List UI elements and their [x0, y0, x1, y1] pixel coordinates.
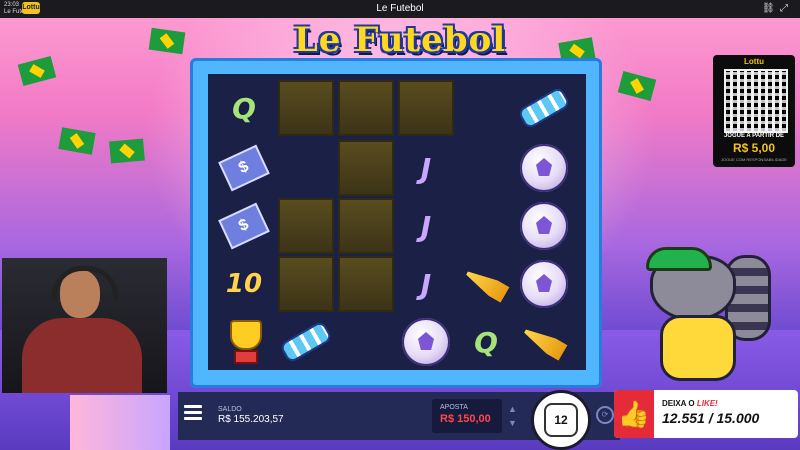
- streamer-webcam: [2, 258, 167, 393]
- reel-cell-empty: [338, 198, 394, 254]
- reel-cell: J: [398, 256, 454, 312]
- symbol-j: J: [420, 209, 432, 243]
- reel-cell-empty: [278, 198, 334, 254]
- streamer-shirt: [22, 318, 142, 393]
- reel-cell-empty: [338, 80, 394, 136]
- reel-cell: J: [398, 198, 454, 254]
- ball-icon: [402, 318, 450, 366]
- window-titlebar: 23:03 Le Futebol Lottu Le Futebol ⛓ ⤢: [0, 0, 800, 18]
- bet-value: R$ 150,00: [440, 413, 491, 425]
- game-logo: Le Futebol: [293, 20, 507, 60]
- reel-cell: [278, 314, 334, 370]
- reel-cell-empty: [398, 80, 454, 136]
- qr-promo-panel[interactable]: Lottu JOGUE A PARTIR DE R$ 5,00 JOGUE CO…: [713, 55, 795, 167]
- reel-cell: $: [216, 198, 272, 254]
- like-prompt: DEIXA O LIKE!: [662, 399, 718, 408]
- like-counter: 12.551 / 15.000: [662, 410, 760, 426]
- reel-cell-empty: [338, 256, 394, 312]
- symbol-q: Q: [232, 91, 256, 125]
- horn-icon: [462, 265, 509, 303]
- symbol-q: Q: [474, 325, 498, 359]
- window-title: Le Futebol: [376, 3, 424, 14]
- like-widget: 👍 DEIXA O LIKE! 12.551 / 15.000: [614, 390, 798, 438]
- chevron-up-icon[interactable]: ▲: [508, 402, 517, 416]
- flag-decoration: [109, 138, 145, 164]
- reel-cell: [516, 80, 572, 136]
- reel-board: Q $ J $ J 10 J Q: [190, 58, 602, 388]
- ticket-icon: $: [218, 202, 270, 250]
- reel-cell: [516, 140, 572, 196]
- reel-cell: Q: [216, 80, 272, 136]
- ball-icon: [520, 260, 568, 308]
- balance-label: SALDO: [218, 406, 242, 413]
- menu-icon[interactable]: [184, 405, 202, 420]
- trophy-icon: [224, 320, 264, 364]
- bet-label: APOSTA: [440, 404, 468, 411]
- link-icon[interactable]: ⛓: [762, 3, 775, 14]
- reel-cell: [516, 198, 572, 254]
- scarf-icon: [516, 85, 572, 131]
- ticket-icon: $: [218, 144, 270, 192]
- reel-cell: [458, 256, 514, 312]
- balance-value: R$ 155.203,57: [218, 414, 284, 425]
- symbol-j: J: [420, 267, 432, 301]
- qr-line2: R$ 5,00: [732, 141, 776, 155]
- reel-cell-empty: [278, 80, 334, 136]
- reel-cell: Q: [458, 314, 514, 370]
- thumbs-up-icon: 👍: [614, 390, 654, 438]
- reel-cell: [398, 314, 454, 370]
- headset-icon: [52, 266, 118, 301]
- mascot-cap: [646, 247, 712, 271]
- qr-line3: JOGUE COM RESPONSABILIDADE: [721, 157, 787, 162]
- symbol-j: J: [420, 151, 432, 185]
- decorative-art: [70, 395, 170, 450]
- ball-icon: [520, 144, 568, 192]
- reel-cell: J: [398, 140, 454, 196]
- reel-cell-empty: [338, 140, 394, 196]
- spin-button[interactable]: 12: [531, 390, 591, 450]
- flag-decoration: [148, 27, 186, 55]
- reel-cell: $: [216, 140, 272, 196]
- reel-cell: 10: [216, 256, 272, 312]
- reel-cell: [216, 314, 272, 370]
- qr-line1: JOGUE A PARTIR DE: [723, 133, 785, 139]
- ball-icon: [520, 202, 568, 250]
- horn-icon: [520, 323, 567, 361]
- scarf-icon: [278, 319, 334, 365]
- autoplay-icon[interactable]: ⟳: [596, 406, 614, 424]
- mascot-body: [660, 315, 736, 381]
- qr-code-icon: [724, 69, 788, 133]
- reel-cell: [516, 256, 572, 312]
- expand-icon[interactable]: ⤢: [780, 3, 788, 14]
- raccoon-mascot: [630, 245, 771, 395]
- symbol-10: 10: [225, 269, 263, 299]
- bet-stepper[interactable]: ▲ ▼: [508, 402, 517, 430]
- qr-brand: Lottu: [744, 57, 764, 66]
- reel-cell-empty: [278, 256, 334, 312]
- reel-cell: [516, 314, 572, 370]
- reel-grid: Q $ J $ J 10 J Q: [208, 74, 586, 370]
- spin-count: 12: [544, 403, 578, 437]
- chevron-down-icon[interactable]: ▼: [508, 416, 517, 430]
